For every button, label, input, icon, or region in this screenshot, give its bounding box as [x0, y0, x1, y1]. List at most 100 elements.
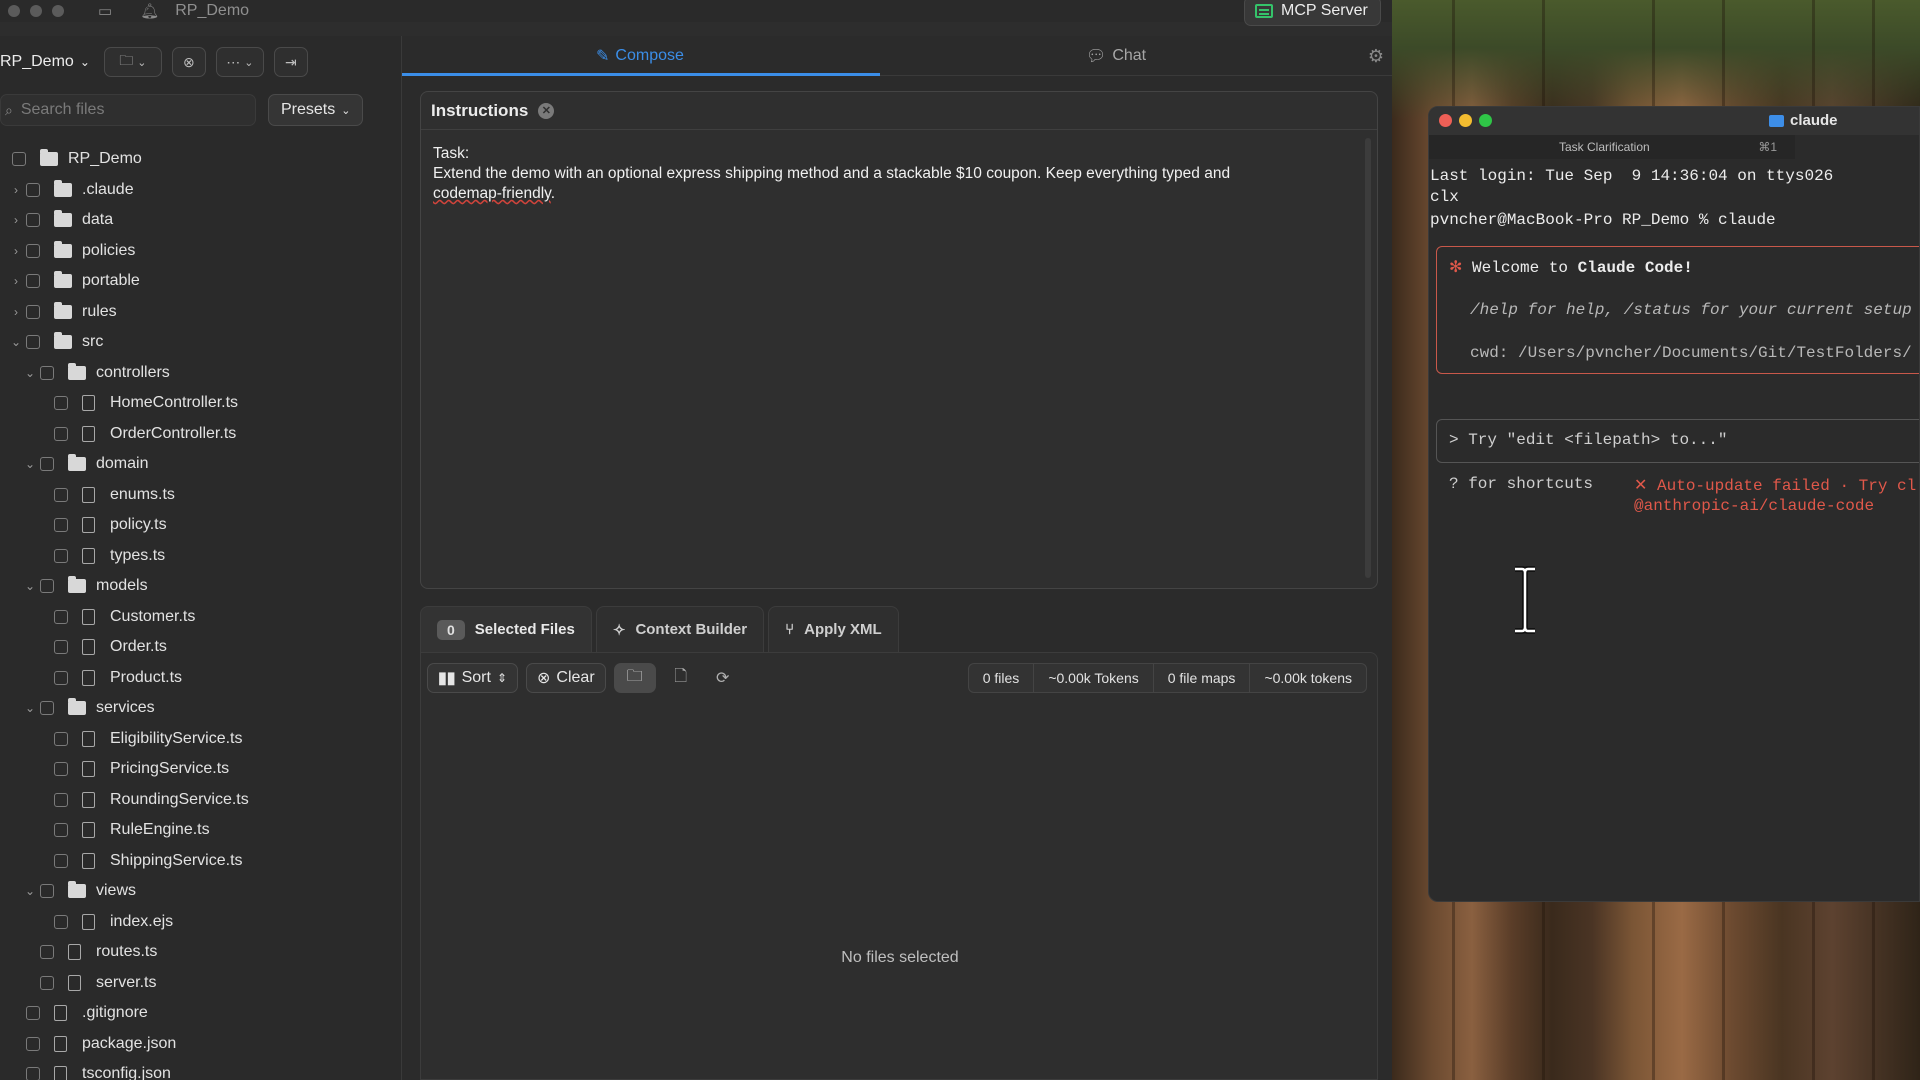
tree-folder-row[interactable]: › data	[0, 205, 400, 235]
tree-checkbox[interactable]	[40, 579, 54, 593]
instructions-textarea[interactable]: Task: Extend the demo with an optional e…	[421, 130, 1361, 218]
tree-checkbox[interactable]	[54, 670, 68, 685]
tree-checkbox[interactable]	[26, 1006, 40, 1020]
tree-file-row[interactable]: ShippingService.ts	[0, 846, 400, 876]
tree-folder-row[interactable]: › policies	[0, 236, 400, 266]
clear-selection-button[interactable]: ⊗	[171, 47, 206, 77]
tab-chat[interactable]: 💬︎ Chat	[1086, 36, 1146, 76]
tab-context-builder[interactable]: ✧ Context Builder	[595, 606, 765, 652]
tree-checkbox[interactable]	[40, 365, 54, 380]
tree-checkbox[interactable]	[12, 152, 26, 166]
tree-file-row[interactable]: types.ts	[0, 541, 400, 571]
chevron-right-icon[interactable]: ›	[10, 183, 22, 197]
tree-checkbox[interactable]	[40, 457, 54, 471]
tree-folder-row[interactable]: › portable	[0, 266, 400, 296]
tree-checkbox[interactable]	[54, 396, 68, 410]
tree-checkbox[interactable]	[54, 792, 68, 807]
tree-folder-row[interactable]: ⌄ domain	[0, 449, 400, 479]
tree-file-row[interactable]: index.ejs	[0, 907, 400, 937]
more-menu-button[interactable]: ⋯ ⌄	[215, 47, 264, 77]
tree-checkbox[interactable]	[40, 884, 54, 898]
tree-file-row[interactable]: package.json	[0, 1029, 400, 1059]
tree-file-row[interactable]: EligibilityService.ts	[0, 724, 400, 754]
sidebar-toggle-icon[interactable]: ▭	[98, 2, 112, 20]
tree-checkbox[interactable]	[54, 426, 68, 441]
clear-button[interactable]: ⊗ Clear	[526, 663, 606, 693]
tree-checkbox[interactable]	[40, 945, 54, 959]
bell-icon[interactable]: 🔔︎	[140, 2, 159, 20]
tree-folder-row[interactable]: ⌄ controllers	[0, 358, 400, 388]
chevron-right-icon[interactable]: ›	[10, 213, 22, 227]
search-input[interactable]	[20, 101, 221, 119]
terminal-zoom-button[interactable]	[1479, 114, 1492, 127]
tree-checkbox[interactable]	[54, 914, 68, 929]
terminal-tab[interactable]: Task Clarification ⌘1	[1429, 135, 1795, 159]
tree-checkbox[interactable]	[26, 304, 40, 319]
chevron-right-icon[interactable]: ›	[10, 274, 22, 288]
terminal-close-button[interactable]	[1439, 114, 1452, 127]
tree-checkbox[interactable]	[26, 1036, 40, 1051]
chevron-right-icon[interactable]: ›	[10, 305, 22, 319]
tree-folder-row[interactable]: ⌄ services	[0, 693, 400, 723]
tree-folder-row[interactable]: ⌄ src	[0, 327, 400, 357]
tree-folder-row[interactable]: RP_Demo	[0, 144, 400, 174]
tree-file-row[interactable]: HomeController.ts	[0, 388, 400, 418]
tree-file-row[interactable]: policy.ts	[0, 510, 400, 540]
tree-checkbox[interactable]	[54, 762, 68, 776]
instructions-scrollbar[interactable]	[1365, 138, 1371, 578]
mcp-server-button[interactable]: MCP Server	[1244, 0, 1381, 26]
minimize-window-button[interactable]	[30, 5, 42, 17]
tree-file-row[interactable]: RoundingService.ts	[0, 785, 400, 815]
tree-checkbox[interactable]	[54, 487, 68, 502]
tree-checkbox[interactable]	[26, 213, 40, 227]
folder-menu-button[interactable]: 🗀 ⌄	[103, 47, 162, 77]
tree-folder-row[interactable]: ⌄ models	[0, 571, 400, 601]
tab-selected-files[interactable]: 0 Selected Files	[420, 606, 592, 652]
tree-file-row[interactable]: PricingService.ts	[0, 754, 400, 784]
tree-file-row[interactable]: routes.ts	[0, 937, 400, 967]
clear-instructions-icon[interactable]: ✕	[538, 102, 555, 119]
terminal-minimize-button[interactable]	[1459, 114, 1472, 127]
tree-checkbox[interactable]	[54, 823, 68, 837]
tree-file-row[interactable]: OrderController.ts	[0, 419, 400, 449]
project-selector[interactable]: RP_Demo ⌄	[0, 53, 94, 71]
tree-checkbox[interactable]	[54, 640, 68, 654]
tree-checkbox[interactable]	[54, 731, 68, 746]
tree-checkbox[interactable]	[26, 274, 40, 288]
chevron-down-icon[interactable]: ⌄	[24, 366, 36, 380]
tree-checkbox[interactable]	[26, 243, 40, 258]
tree-checkbox[interactable]	[26, 1067, 40, 1080]
search-box[interactable]: ⌕	[0, 94, 256, 126]
tab-compose[interactable]: ✎ Compose	[596, 36, 684, 76]
chevron-down-icon[interactable]: ⌄	[24, 701, 36, 715]
chevron-down-icon[interactable]: ⌄	[24, 884, 36, 898]
tree-folder-row[interactable]: › .claude	[0, 175, 400, 205]
folder-view-button[interactable]: 🗀	[613, 663, 656, 693]
close-window-button[interactable]	[8, 5, 20, 17]
tree-file-row[interactable]: Product.ts	[0, 663, 400, 693]
tree-folder-row[interactable]: ⌄ views	[0, 876, 400, 906]
tree-checkbox[interactable]	[26, 182, 40, 197]
gear-icon[interactable]: ⚙	[1368, 46, 1384, 67]
tree-file-row[interactable]: RuleEngine.ts	[0, 815, 400, 845]
tree-file-row[interactable]: .gitignore	[0, 998, 400, 1028]
chevron-down-icon[interactable]: ⌄	[24, 457, 36, 471]
file-view-button[interactable]: 🗋	[664, 663, 698, 693]
chevron-down-icon[interactable]: ⌄	[10, 335, 22, 349]
tree-checkbox[interactable]	[40, 701, 54, 715]
sort-button[interactable]: ▮▮ Sort ⇕	[427, 663, 519, 693]
tree-checkbox[interactable]	[26, 335, 40, 349]
refresh-button[interactable]: ⟳	[706, 663, 740, 693]
tree-file-row[interactable]: enums.ts	[0, 480, 400, 510]
tree-file-row[interactable]: Customer.ts	[0, 602, 400, 632]
tree-checkbox[interactable]	[54, 853, 68, 868]
tree-checkbox[interactable]	[40, 975, 54, 990]
presets-button[interactable]: Presets ⌄	[268, 94, 364, 126]
tree-file-row[interactable]: tsconfig.json	[0, 1059, 400, 1080]
tree-file-row[interactable]: server.ts	[0, 968, 400, 998]
tab-apply-xml[interactable]: ⑂ Apply XML	[768, 606, 899, 652]
zoom-window-button[interactable]	[52, 5, 64, 17]
chevron-right-icon[interactable]: ›	[10, 244, 22, 258]
export-button[interactable]: ⇥	[273, 47, 308, 77]
tree-checkbox[interactable]	[54, 609, 68, 624]
